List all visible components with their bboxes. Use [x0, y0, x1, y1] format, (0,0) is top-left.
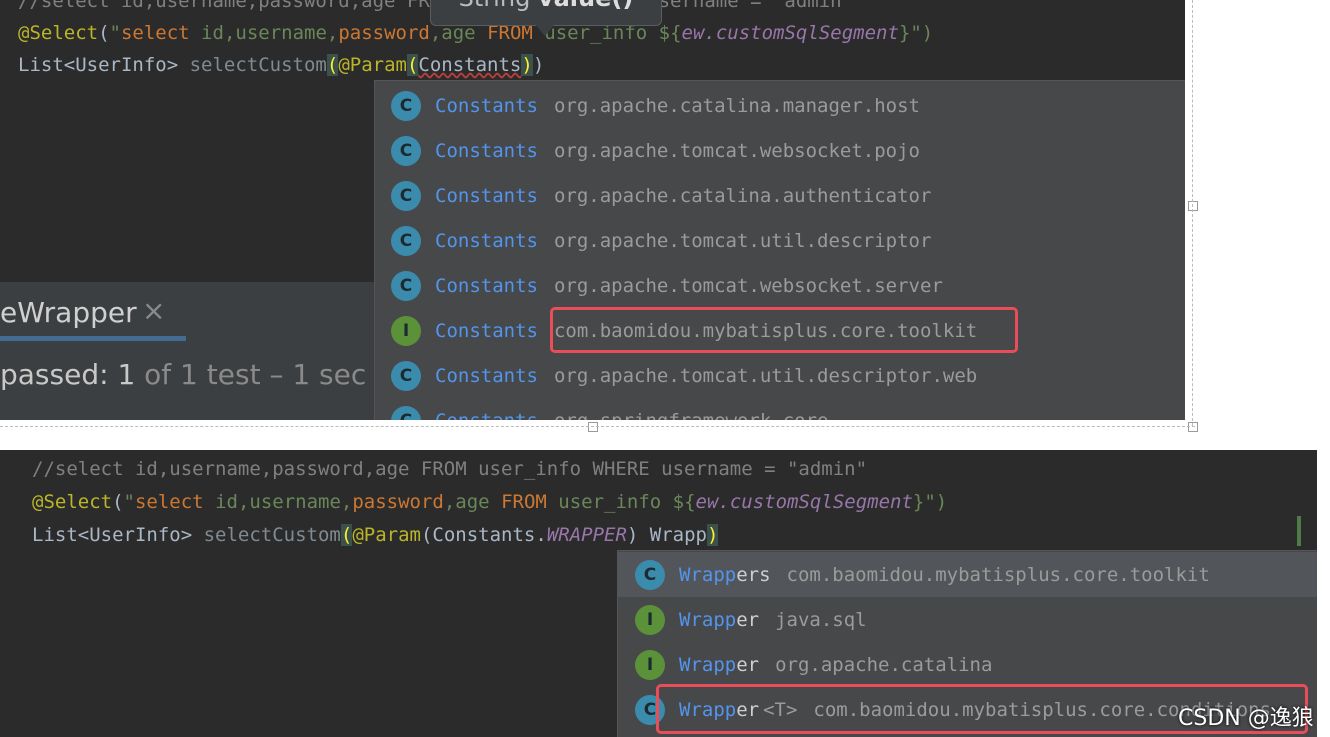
- completion-item[interactable]: C Constants org.apache.catalina.manager.ho…: [375, 83, 920, 128]
- run-tab-label[interactable]: eWrapper: [0, 296, 137, 329]
- class-icon: C: [391, 135, 421, 166]
- item-name: Constants: [435, 94, 538, 117]
- watermark: CSDN @逸狼: [1178, 706, 1314, 731]
- item-name-rest: er: [736, 608, 760, 631]
- parameter-info-tooltip: String value(): [430, 0, 662, 26]
- completion-item[interactable]: I Wrapp er org.apache.catalina: [618, 642, 1317, 687]
- tab-underline: [0, 336, 186, 341]
- interface-icon: I: [391, 315, 421, 346]
- item-package: java.sql: [775, 608, 867, 631]
- item-package: org.apache.catalina.authenticator: [553, 184, 932, 207]
- item-name: Constants: [435, 410, 538, 421]
- run-tool-window: eWrapper × passed: 1 of 1 test – 1 sec 2…: [0, 282, 411, 420]
- item-name: Constants: [435, 274, 538, 297]
- code-line-select: @Select("select id,username,password,age…: [32, 491, 948, 513]
- class-icon: C: [391, 405, 421, 420]
- item-package: org.springframework.core: [554, 410, 829, 421]
- completion-item[interactable]: C Wrapp ers com.baomidou.mybatisplus.core.t…: [618, 552, 1317, 597]
- resize-handle[interactable]: [588, 422, 598, 432]
- completion-item[interactable]: I Wrapp er java.sql: [618, 597, 1317, 642]
- completion-popup-constants: C Constants org.apache.catalina.manager.ho…: [374, 80, 1185, 420]
- resize-handle[interactable]: [1188, 422, 1198, 432]
- item-name: Constants: [435, 364, 538, 387]
- class-icon: C: [391, 360, 421, 391]
- item-name-match: Wrapp: [679, 563, 737, 586]
- completion-item[interactable]: C Constants org.apache.tomcat.websocket.se…: [375, 263, 943, 308]
- item-package: org.apache.catalina.manager.host: [553, 94, 920, 117]
- item-package: com.baomidou.mybatisplus.core.toolkit: [786, 563, 1210, 586]
- highlight-box: [550, 307, 1018, 353]
- item-name: Constants: [435, 184, 538, 207]
- code-editor-bottom[interactable]: //select id,username,password,age FROM u…: [0, 450, 1317, 737]
- selection-border: [0, 426, 1195, 427]
- item-name: Constants: [435, 229, 538, 252]
- item-name: Constants: [435, 319, 538, 342]
- item-package: org.apache.tomcat.websocket.pojo: [553, 139, 920, 162]
- item-name-rest: ers: [736, 563, 771, 586]
- code-editor-top[interactable]: //select id,username,password,age FROM u…: [0, 0, 1185, 420]
- item-name: Constants: [435, 139, 538, 162]
- completion-item[interactable]: C Constants org.apache.tomcat.util.descrip…: [375, 218, 931, 263]
- code-line-comment: //select id,username,password,age FROM u…: [32, 458, 868, 480]
- selection-border: [1192, 0, 1193, 426]
- interface-icon: I: [635, 649, 665, 680]
- item-package: org.apache.catalina: [775, 653, 993, 676]
- item-package: org.apache.tomcat.websocket.server: [553, 274, 943, 297]
- class-icon: C: [391, 270, 421, 301]
- change-marker: [1297, 516, 1301, 546]
- resize-handle[interactable]: [1188, 201, 1198, 211]
- item-name-match: Wrapp: [679, 653, 737, 676]
- close-icon[interactable]: ×: [142, 294, 165, 327]
- class-icon: C: [391, 90, 421, 121]
- item-package: org.apache.tomcat.util.descriptor: [553, 229, 932, 252]
- item-name-rest: er: [736, 653, 760, 676]
- code-line-method: List<UserInfo> selectCustom(@Param(Const…: [18, 54, 545, 76]
- test-status: passed: 1 of 1 test – 1 sec 27: [0, 358, 411, 391]
- completion-item[interactable]: C Constants org.springframework.core: [375, 398, 829, 420]
- completion-item[interactable]: C Constants org.apache.tomcat.util.descrip…: [375, 353, 977, 398]
- item-package: org.apache.tomcat.util.descriptor.web: [553, 364, 978, 387]
- completion-item[interactable]: C Constants org.apache.catalina.authentica…: [375, 173, 931, 218]
- class-icon: C: [635, 559, 665, 590]
- interface-icon: I: [635, 604, 665, 635]
- class-icon: C: [391, 180, 421, 211]
- completion-item[interactable]: C Constants org.apache.tomcat.websocket.po…: [375, 128, 920, 173]
- tooltip-arrow: [535, 24, 555, 36]
- class-icon: C: [391, 225, 421, 256]
- item-name-match: Wrapp: [679, 608, 737, 631]
- code-line-method: List<UserInfo> selectCustom(@Param(Const…: [32, 524, 719, 546]
